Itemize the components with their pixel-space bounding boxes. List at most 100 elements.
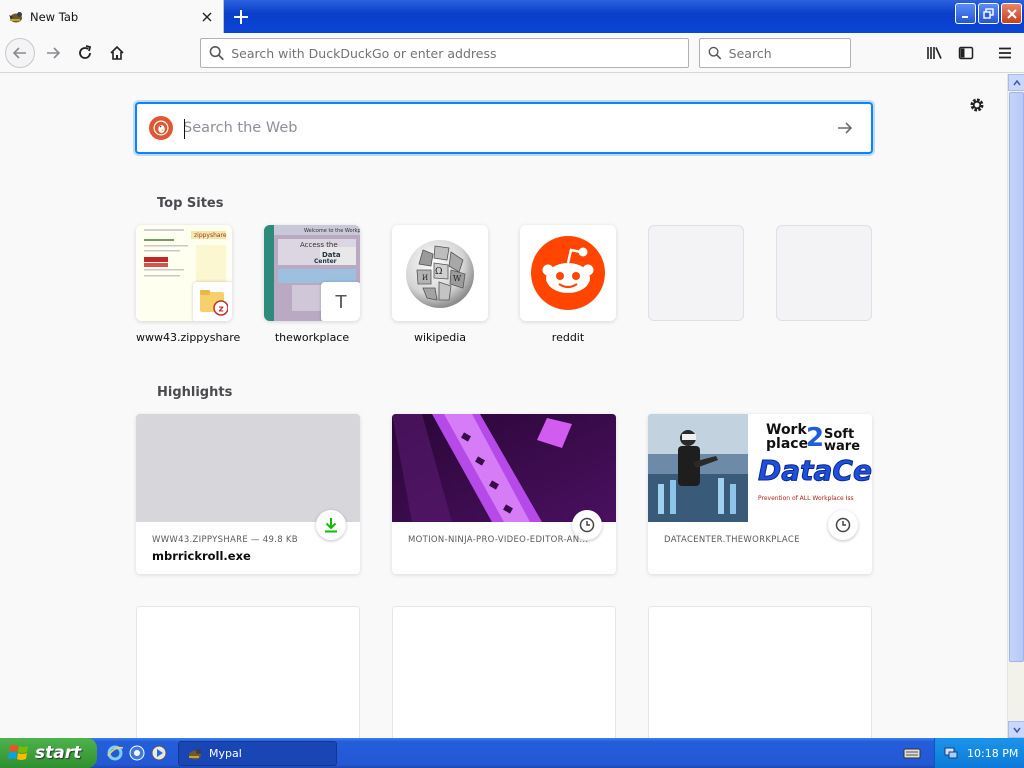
chevron-up-icon	[1012, 79, 1021, 85]
svg-text:z: z	[219, 305, 224, 315]
svg-text:И: И	[422, 274, 428, 282]
library-icon	[927, 47, 942, 59]
svg-text:W: W	[453, 274, 462, 283]
new-tab-button[interactable]	[228, 4, 254, 30]
top-site-label: wikipedia	[413, 331, 466, 344]
gear-icon	[970, 98, 984, 112]
url-input[interactable]	[231, 45, 688, 61]
top-site-zippyshare[interactable]: zippyshare z www43.zippyshare	[136, 225, 241, 344]
search-icon	[209, 46, 224, 61]
arrow-right-icon	[47, 47, 61, 59]
library-button[interactable]	[920, 38, 950, 68]
chevron-down-icon	[1012, 727, 1021, 733]
thumb-text-prevention: Prevention of ALL Workplace Iss	[758, 495, 854, 502]
wikipedia-logo-icon: Ω W И	[406, 240, 474, 308]
thumb-text-datace: DataCe	[758, 454, 872, 487]
svg-text:Ω: Ω	[435, 267, 442, 277]
svg-text:zippyshare: zippyshare	[194, 232, 227, 239]
restore-button[interactable]	[978, 3, 999, 24]
top-site-label: www43.zippyshare	[136, 331, 241, 344]
close-tab-icon[interactable]	[196, 6, 218, 28]
highlight-placeholder	[392, 606, 616, 738]
search-icon	[708, 46, 722, 60]
highlight-card-motion-ninja[interactable]: MOTION-NINJA-PRO-VIDEO-EDITOR-AN...	[392, 414, 616, 574]
highlight-card-download[interactable]: WWW43.ZIPPYSHARE — 49.8 KB mbrrickroll.e…	[136, 414, 360, 574]
top-site-tile[interactable]: Welcome to the Workplace Access the Data…	[264, 225, 360, 321]
top-site-tile[interactable]	[520, 225, 616, 321]
top-site-empty	[776, 225, 872, 331]
scrollbar-thumb[interactable]	[1009, 92, 1024, 662]
top-site-empty	[648, 225, 744, 331]
top-site-reddit[interactable]: reddit	[520, 225, 616, 344]
system-tray: 10:18 PM	[934, 738, 1024, 768]
search-input[interactable]	[728, 45, 850, 61]
home-button[interactable]	[102, 38, 132, 68]
forward-button[interactable]	[38, 38, 68, 68]
theworkplace-fallback-icon: T	[321, 282, 360, 321]
highlight-thumbnail	[136, 414, 360, 522]
settings-button[interactable]	[966, 94, 988, 116]
media-player-quicklaunch-icon[interactable]	[150, 744, 168, 762]
taskbar: start Mypal 10:18 PM	[0, 738, 1024, 768]
tab-title: New Tab	[30, 9, 79, 24]
highlights-heading: Highlights	[157, 385, 233, 400]
tab-new-tab[interactable]: New Tab	[0, 0, 224, 33]
taskbar-item-mypal[interactable]: Mypal	[178, 741, 337, 766]
reload-icon	[79, 45, 92, 59]
window-controls	[955, 3, 1022, 24]
new-tab-page: Top Sites zippyshare	[0, 74, 1007, 738]
thumb-text-place: place	[766, 436, 808, 452]
text-caret	[184, 119, 185, 139]
minimize-icon	[961, 15, 968, 18]
close-icon	[1006, 8, 1017, 19]
top-site-placeholder	[648, 225, 744, 321]
top-site-tile[interactable]: zippyshare z	[136, 225, 232, 321]
top-site-label: theworkplace	[274, 331, 350, 344]
thumb-text-two: 2	[806, 423, 824, 453]
highlight-placeholder	[648, 606, 872, 738]
back-button[interactable]	[5, 38, 35, 68]
start-button[interactable]: start	[0, 738, 97, 768]
url-bar[interactable]	[200, 38, 689, 68]
web-search-box[interactable]	[135, 102, 873, 154]
menu-button[interactable]	[990, 38, 1020, 68]
sidebar-icon	[958, 46, 974, 60]
scroll-up-button[interactable]	[1008, 74, 1024, 91]
keyboard-icon[interactable]	[903, 745, 921, 761]
mypal-favicon-icon	[189, 748, 201, 759]
top-site-theworkplace[interactable]: Welcome to the Workplace Access the Data…	[264, 225, 360, 344]
thumb-text-ware: ware	[824, 439, 860, 454]
search-bar[interactable]	[699, 38, 851, 68]
top-site-tile[interactable]: Ω W И	[392, 225, 488, 321]
web-search-input[interactable]	[183, 120, 827, 136]
scroll-down-button[interactable]	[1008, 721, 1024, 738]
home-icon	[110, 45, 124, 60]
top-site-placeholder	[776, 225, 872, 321]
restore-icon	[983, 8, 994, 19]
network-icon[interactable]	[943, 745, 959, 761]
top-site-wikipedia[interactable]: Ω W И wikipedia	[392, 225, 488, 344]
minimize-button[interactable]	[955, 3, 976, 24]
highlight-thumbnail	[392, 414, 616, 522]
taskbar-item-label: Mypal	[209, 747, 242, 760]
plus-icon	[234, 10, 248, 24]
svg-text:Welcome to the Workplace: Welcome to the Workplace	[304, 228, 360, 234]
clock[interactable]: 10:18 PM	[967, 747, 1018, 760]
highlight-placeholder	[136, 606, 360, 738]
arrow-right-icon	[838, 122, 853, 134]
highlight-meta: WWW43.ZIPPYSHARE — 49.8 KB	[152, 535, 298, 545]
mypal-quicklaunch-icon[interactable]	[128, 744, 146, 762]
highlight-title: mbrrickroll.exe	[152, 549, 251, 563]
search-submit-button[interactable]	[827, 110, 863, 146]
highlight-card-datacenter[interactable]: Work place 2 Soft ware DataCe Prevention…	[648, 414, 872, 574]
sidebar-button[interactable]	[951, 38, 981, 68]
mypal-favicon-icon	[9, 11, 22, 22]
top-sites-heading: Top Sites	[157, 196, 224, 211]
top-site-label: reddit	[551, 331, 585, 344]
hamburger-menu-icon	[999, 47, 1011, 59]
ie-quicklaunch-icon[interactable]	[106, 744, 124, 762]
highlight-meta: DATACENTER.THEWORKPLACE	[664, 535, 800, 545]
reload-button[interactable]	[70, 38, 100, 68]
close-window-button[interactable]	[1001, 3, 1022, 24]
vertical-scrollbar[interactable]	[1007, 74, 1024, 738]
